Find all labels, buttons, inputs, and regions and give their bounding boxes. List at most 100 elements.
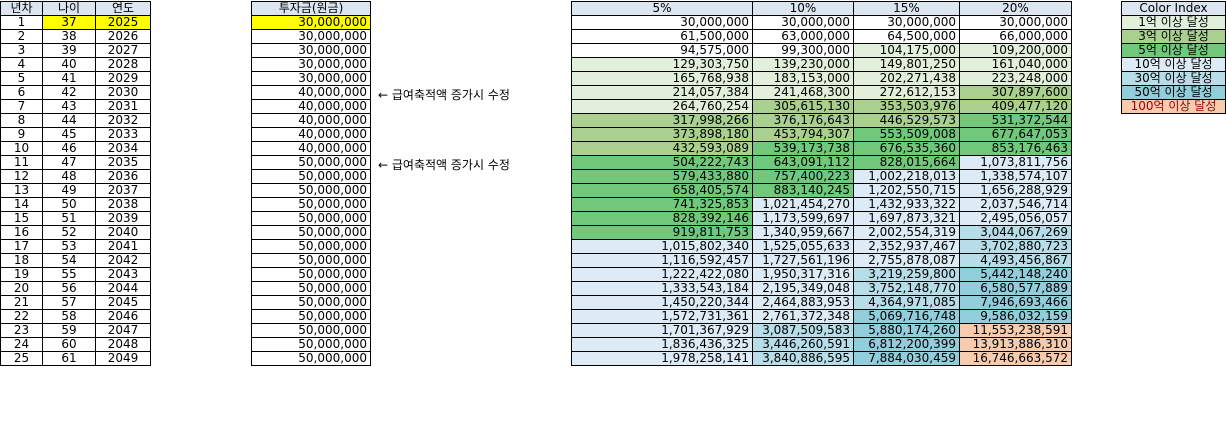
year-cell[interactable]: 2031	[95, 99, 151, 114]
year-cell[interactable]: 2029	[95, 71, 151, 86]
investment-cell[interactable]: 50,000,000	[251, 183, 371, 198]
rate-20-cell[interactable]: 66,000,000	[959, 29, 1072, 44]
year-cell[interactable]: 2030	[95, 85, 151, 100]
rate-10-cell[interactable]: 3,446,260,591	[752, 337, 854, 352]
year-cell[interactable]: 2028	[95, 57, 151, 72]
year-cell[interactable]: 2038	[95, 197, 151, 212]
year-cell[interactable]: 2025	[95, 15, 151, 30]
year-cell[interactable]: 2041	[95, 239, 151, 254]
legend-item[interactable]: 50억 이상 달성	[1121, 85, 1226, 100]
year-cell[interactable]: 2027	[95, 43, 151, 58]
rate-5-cell[interactable]: 264,760,254	[571, 99, 753, 114]
rate-10-cell[interactable]: 1,173,599,697	[752, 211, 854, 226]
rate-10-cell[interactable]: 3,840,886,595	[752, 351, 854, 366]
rate-20-cell[interactable]: 1,656,288,929	[959, 183, 1072, 198]
rate-10-cell[interactable]: 376,176,643	[752, 113, 854, 128]
age-cell[interactable]: 55	[42, 267, 96, 282]
year-cell[interactable]: 2035	[95, 155, 151, 170]
year-no-cell[interactable]: 16	[0, 225, 43, 240]
rate-5-cell[interactable]: 1,836,436,325	[571, 337, 753, 352]
year-cell[interactable]: 2049	[95, 351, 151, 366]
year-no-cell[interactable]: 13	[0, 183, 43, 198]
rate-20-cell[interactable]: 2,495,056,057	[959, 211, 1072, 226]
rate-15-cell[interactable]: 202,271,438	[853, 71, 960, 86]
age-cell[interactable]: 48	[42, 169, 96, 184]
rate-5-cell[interactable]: 919,811,753	[571, 225, 753, 240]
rate-5-cell[interactable]: 579,433,880	[571, 169, 753, 184]
year-cell[interactable]: 2036	[95, 169, 151, 184]
rate-20-cell[interactable]: 1,073,811,756	[959, 155, 1072, 170]
rate-5-cell[interactable]: 30,000,000	[571, 15, 753, 30]
rate-5-cell[interactable]: 1,333,543,184	[571, 281, 753, 296]
rate-10-cell[interactable]: 883,140,245	[752, 183, 854, 198]
rate-20-cell[interactable]: 409,477,120	[959, 99, 1072, 114]
investment-cell[interactable]: 30,000,000	[251, 43, 371, 58]
rate-15-cell[interactable]: 30,000,000	[853, 15, 960, 30]
rate-5-cell[interactable]: 165,768,938	[571, 71, 753, 86]
header-year[interactable]: 연도	[95, 1, 151, 16]
rate-10-cell[interactable]: 757,400,223	[752, 169, 854, 184]
investment-cell[interactable]: 50,000,000	[251, 351, 371, 366]
rate-10-cell[interactable]: 643,091,112	[752, 155, 854, 170]
rate-20-cell[interactable]: 16,746,663,572	[959, 351, 1072, 366]
rate-15-cell[interactable]: 2,002,554,319	[853, 225, 960, 240]
rate-10-cell[interactable]: 1,021,454,270	[752, 197, 854, 212]
rate-10-cell[interactable]: 2,195,349,048	[752, 281, 854, 296]
investment-cell[interactable]: 50,000,000	[251, 197, 371, 212]
investment-cell[interactable]: 50,000,000	[251, 295, 371, 310]
rate-15-cell[interactable]: 2,352,937,467	[853, 239, 960, 254]
investment-cell[interactable]: 50,000,000	[251, 225, 371, 240]
investment-cell[interactable]: 30,000,000	[251, 71, 371, 86]
rate-15-cell[interactable]: 1,002,218,013	[853, 169, 960, 184]
rate-20-cell[interactable]: 3,702,880,723	[959, 239, 1072, 254]
age-cell[interactable]: 53	[42, 239, 96, 254]
rate-15-cell[interactable]: 1,202,550,715	[853, 183, 960, 198]
rate-15-cell[interactable]: 1,432,933,322	[853, 197, 960, 212]
investment-cell[interactable]: 30,000,000	[251, 57, 371, 72]
age-cell[interactable]: 50	[42, 197, 96, 212]
year-no-cell[interactable]: 5	[0, 71, 43, 86]
header-year-no[interactable]: 년차	[0, 1, 43, 16]
age-cell[interactable]: 52	[42, 225, 96, 240]
rate-15-cell[interactable]: 3,752,148,770	[853, 281, 960, 296]
year-no-cell[interactable]: 23	[0, 323, 43, 338]
rate-5-cell[interactable]: 1,222,422,080	[571, 267, 753, 282]
rate-5-cell[interactable]: 94,575,000	[571, 43, 753, 58]
investment-cell[interactable]: 50,000,000	[251, 281, 371, 296]
rate-20-cell[interactable]: 531,372,544	[959, 113, 1072, 128]
year-no-cell[interactable]: 24	[0, 337, 43, 352]
investment-cell[interactable]: 50,000,000	[251, 155, 371, 170]
age-cell[interactable]: 46	[42, 141, 96, 156]
rate-20-cell[interactable]: 223,248,000	[959, 71, 1072, 86]
rate-20-cell[interactable]: 6,580,577,889	[959, 281, 1072, 296]
rate-5-cell[interactable]: 129,303,750	[571, 57, 753, 72]
rate-10-cell[interactable]: 2,761,372,348	[752, 309, 854, 324]
year-cell[interactable]: 2042	[95, 253, 151, 268]
header-rate-10[interactable]: 10%	[752, 1, 854, 16]
investment-cell[interactable]: 50,000,000	[251, 309, 371, 324]
year-no-cell[interactable]: 11	[0, 155, 43, 170]
year-cell[interactable]: 2026	[95, 29, 151, 44]
year-no-cell[interactable]: 10	[0, 141, 43, 156]
age-cell[interactable]: 49	[42, 183, 96, 198]
rate-20-cell[interactable]: 7,946,693,466	[959, 295, 1072, 310]
legend-item[interactable]: 5억 이상 달성	[1121, 43, 1226, 58]
rate-20-cell[interactable]: 13,913,886,310	[959, 337, 1072, 352]
rate-5-cell[interactable]: 828,392,146	[571, 211, 753, 226]
rate-20-cell[interactable]: 677,647,053	[959, 127, 1072, 142]
header-rate-20[interactable]: 20%	[959, 1, 1072, 16]
rate-5-cell[interactable]: 504,222,743	[571, 155, 753, 170]
rate-5-cell[interactable]: 1,015,802,340	[571, 239, 753, 254]
year-no-cell[interactable]: 22	[0, 309, 43, 324]
age-cell[interactable]: 39	[42, 43, 96, 58]
year-no-cell[interactable]: 4	[0, 57, 43, 72]
age-cell[interactable]: 37	[42, 15, 96, 30]
investment-cell[interactable]: 30,000,000	[251, 29, 371, 44]
rate-5-cell[interactable]: 1,978,258,141	[571, 351, 753, 366]
age-cell[interactable]: 51	[42, 211, 96, 226]
year-no-cell[interactable]: 18	[0, 253, 43, 268]
rate-15-cell[interactable]: 676,535,360	[853, 141, 960, 156]
investment-cell[interactable]: 30,000,000	[251, 15, 371, 30]
age-cell[interactable]: 43	[42, 99, 96, 114]
year-no-cell[interactable]: 12	[0, 169, 43, 184]
